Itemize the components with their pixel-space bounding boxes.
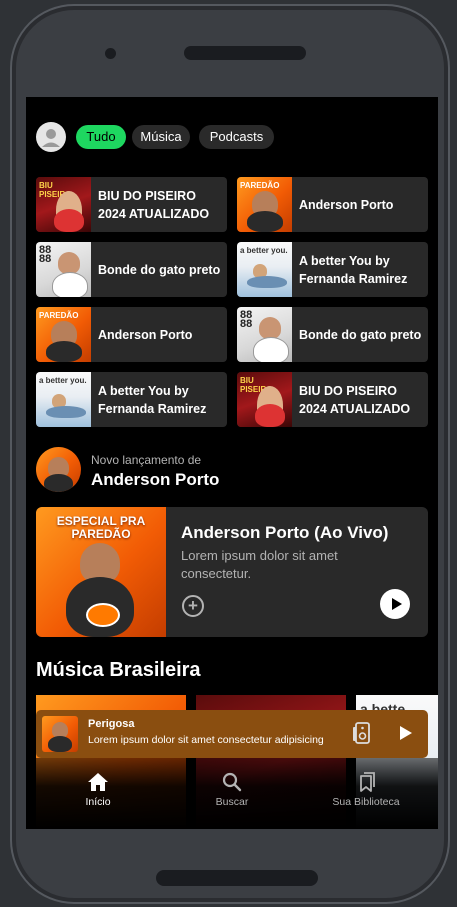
profile-avatar[interactable] bbox=[36, 122, 66, 152]
playlist-cover: BIU PISEIRO bbox=[237, 372, 292, 427]
release-card[interactable]: ESPECIAL PRA PAREDÃO Anderson Porto (Ao … bbox=[36, 507, 428, 637]
shortcut-label: A better You by Fernanda Ramirez bbox=[98, 383, 207, 416]
front-camera bbox=[105, 48, 116, 59]
shortcut-label: BIU DO PISEIRO 2024 ATUALIZADO bbox=[98, 188, 210, 221]
shortcut-label: BIU DO PISEIRO 2024 ATUALIZADO bbox=[299, 383, 411, 416]
mini-play-icon[interactable] bbox=[400, 726, 412, 740]
app-screen: Tudo Música Podcasts BIU PISEIRO BIU DO P… bbox=[26, 97, 438, 829]
shortcut-label: A better You by Fernanda Ramirez bbox=[299, 253, 408, 286]
release-subtitle: Novo lançamento de bbox=[91, 453, 202, 467]
playlist-cover: 88 88 bbox=[36, 242, 91, 297]
playlist-cover: a better you. bbox=[36, 372, 91, 427]
shortcut-tile[interactable]: PAREDÃO Anderson Porto bbox=[237, 177, 428, 232]
playlist-cover: BIU PISEIRO bbox=[36, 177, 91, 232]
shortcut-tile[interactable]: PAREDÃO Anderson Porto bbox=[36, 307, 227, 362]
nav-library[interactable]: Sua Biblioteca bbox=[311, 772, 421, 808]
shortcut-tile[interactable]: BIU PISEIRO BIU DO PISEIRO 2024 ATUALIZAD… bbox=[36, 177, 227, 232]
shortcut-label: Bonde do gato preto bbox=[98, 262, 221, 277]
shortcut-tile[interactable]: BIU PISEIRO BIU DO PISEIRO 2024 ATUALIZAD… bbox=[237, 372, 428, 427]
album-cover: ESPECIAL PRA PAREDÃO bbox=[36, 507, 166, 637]
shortcut-label: Anderson Porto bbox=[299, 197, 394, 212]
playlist-cover: PAREDÃO bbox=[237, 177, 292, 232]
shortcut-tile[interactable]: a better you. A better You by Fernanda R… bbox=[237, 242, 428, 297]
now-playing-cover bbox=[42, 716, 78, 752]
bottom-bezel bbox=[156, 870, 318, 886]
bottom-nav: Início Buscar Sua Biblioteca bbox=[26, 758, 438, 829]
filter-podcasts[interactable]: Podcasts bbox=[199, 125, 274, 149]
play-button[interactable] bbox=[380, 589, 410, 619]
library-icon bbox=[360, 772, 375, 792]
add-icon[interactable]: + bbox=[182, 595, 204, 617]
cover-title: ESPECIAL PRA PAREDÃO bbox=[56, 514, 146, 541]
home-icon bbox=[88, 773, 108, 791]
devices-icon[interactable] bbox=[352, 722, 370, 744]
nav-search[interactable]: Buscar bbox=[177, 772, 287, 808]
now-playing-artist: Lorem ipsum dolor sit amet consectetur a… bbox=[88, 734, 324, 746]
section-title: Música Brasileira bbox=[36, 659, 201, 681]
shortcut-label: Bonde do gato preto bbox=[299, 327, 422, 342]
nav-home[interactable]: Início bbox=[43, 772, 153, 808]
release-description: Lorem ipsum dolor sit amet consectetur. bbox=[181, 548, 338, 581]
artist-avatar[interactable] bbox=[36, 447, 81, 492]
playlist-cover: PAREDÃO bbox=[36, 307, 91, 362]
user-icon bbox=[37, 123, 65, 151]
release-title: Anderson Porto (Ao Vivo) bbox=[181, 523, 389, 542]
nav-search-label: Buscar bbox=[215, 796, 249, 808]
shortcut-tile[interactable]: 88 88 Bonde do gato preto bbox=[237, 307, 428, 362]
mini-player[interactable]: Perigosa Lorem ipsum dolor sit amet cons… bbox=[36, 710, 428, 758]
search-icon bbox=[222, 772, 242, 792]
filter-music[interactable]: Música bbox=[132, 125, 190, 149]
nav-library-label: Sua Biblioteca bbox=[332, 796, 400, 808]
nav-home-label: Início bbox=[85, 796, 111, 808]
shortcut-tile[interactable]: a better you. A better You by Fernanda R… bbox=[36, 372, 227, 427]
earpiece-speaker bbox=[184, 46, 306, 60]
now-playing-title: Perigosa bbox=[88, 718, 135, 730]
shortcut-tile[interactable]: 88 88 Bonde do gato preto bbox=[36, 242, 227, 297]
filter-all[interactable]: Tudo bbox=[76, 125, 126, 149]
playlist-cover: a better you. bbox=[237, 242, 292, 297]
playlist-cover: 88 88 bbox=[237, 307, 292, 362]
release-artist[interactable]: Anderson Porto bbox=[91, 470, 219, 490]
shortcut-label: Anderson Porto bbox=[98, 327, 193, 342]
